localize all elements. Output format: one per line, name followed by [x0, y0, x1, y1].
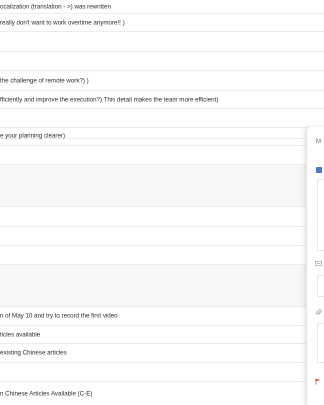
task-title: existing Chinese articles: [0, 349, 67, 357]
panel-header-initial: M: [316, 139, 321, 145]
task-row[interactable]: n Chinese Articles Available (C-E): [0, 382, 324, 405]
task-row[interactable]: really don't want to work overtime anymo…: [0, 14, 324, 32]
task-row[interactable]: the challenge of remote work?) ): [0, 71, 324, 91]
task-row[interactable]: ticles available: [0, 326, 324, 344]
task-title: ticles available: [0, 331, 41, 338]
task-row[interactable]: [0, 207, 324, 227]
task-row[interactable]: [0, 363, 324, 382]
task-title: n Chinese Articles Available (C-E): [0, 390, 93, 397]
checkbox-icon[interactable]: [316, 167, 322, 173]
task-list: ocalization (translation - >) was rewrit…: [0, 0, 324, 405]
flag-icon[interactable]: [315, 378, 322, 387]
task-row[interactable]: [0, 165, 324, 207]
task-title: ocalization (translation - >) was rewrit…: [0, 3, 111, 10]
tag-field[interactable]: [317, 275, 324, 297]
task-row[interactable]: ocalization (translation - >) was rewrit…: [0, 0, 324, 14]
description-field[interactable]: [317, 179, 324, 251]
task-row[interactable]: [0, 32, 324, 52]
task-row[interactable]: fficiently and improve the execution?) T…: [0, 91, 324, 109]
task-row[interactable]: n of May 10 and try to record the first …: [0, 307, 324, 326]
task-row[interactable]: [0, 52, 324, 71]
task-row[interactable]: [0, 246, 324, 265]
task-title: e your planning clearer): [0, 132, 66, 139]
task-row[interactable]: existing Chinese articles: [0, 344, 324, 363]
tag-icon[interactable]: [315, 260, 322, 269]
task-row[interactable]: [0, 146, 324, 165]
task-title: fficiently and improve the execution?) T…: [0, 96, 219, 103]
task-title: n of May 10 and try to record the first …: [0, 312, 118, 320]
attachment-field[interactable]: [317, 323, 324, 363]
task-detail-panel: M: [306, 127, 324, 405]
task-row[interactable]: [0, 265, 324, 307]
task-row[interactable]: [0, 227, 324, 246]
task-title: the challenge of remote work?) ): [0, 77, 89, 84]
task-title: really don't want to work overtime anymo…: [0, 19, 125, 26]
task-row[interactable]: e your planning clearer): [0, 126, 324, 146]
paperclip-icon[interactable]: [315, 309, 322, 318]
